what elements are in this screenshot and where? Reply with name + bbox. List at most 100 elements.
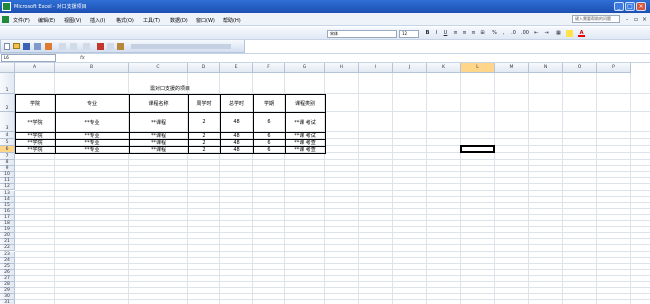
data-cell[interactable]: 2 (188, 132, 220, 139)
increase-decimal-button[interactable]: .0 (510, 30, 517, 37)
column-header-e[interactable]: E (220, 63, 253, 73)
data-cell[interactable]: **专业 (55, 132, 129, 139)
header-cell[interactable]: 总学时 (220, 94, 253, 112)
menu-file[interactable]: 文件(F) (13, 17, 30, 24)
mail-icon[interactable] (45, 43, 52, 50)
data-cell[interactable]: 48 (220, 139, 253, 146)
increase-indent-icon[interactable]: ⇥ (543, 30, 550, 37)
align-right-icon[interactable]: ≡ (470, 30, 477, 37)
data-cell[interactable]: **课程 (129, 112, 188, 132)
column-header-n[interactable]: N (529, 63, 563, 73)
data-cell[interactable]: **学院 (15, 139, 55, 146)
column-header-p[interactable]: P (597, 63, 631, 73)
row-header-31[interactable]: 31 (0, 300, 15, 304)
maximize-icon[interactable]: □ (625, 2, 635, 11)
bold-button[interactable]: B (424, 30, 431, 37)
row-header-3[interactable]: 3 (0, 112, 15, 132)
data-cell[interactable]: 6 (253, 146, 285, 153)
menu-tools[interactable]: 工具(T) (143, 17, 160, 24)
close-icon[interactable]: × (636, 2, 646, 11)
column-header-m[interactable]: M (495, 63, 529, 73)
header-cell[interactable]: 课程类别 (285, 94, 325, 112)
copy-icon[interactable] (107, 43, 114, 50)
data-cell[interactable]: 2 (188, 146, 220, 153)
data-cell[interactable]: 48 (220, 112, 253, 132)
align-left-icon[interactable]: ≡ (452, 30, 459, 37)
data-cell[interactable]: **课 考查 (285, 146, 325, 153)
menu-help[interactable]: 帮助(H) (223, 17, 241, 24)
data-cell[interactable]: 48 (220, 132, 253, 139)
data-cell[interactable]: **课程 (129, 132, 188, 139)
print-icon[interactable] (59, 43, 66, 50)
column-header-a[interactable]: A (15, 63, 55, 73)
underline-button[interactable]: U (442, 30, 449, 37)
worksheet-grid[interactable]: A B C D E F G H I J K L M N O P 1 2 3 4 5 6 7 8 9 10 11 12 13 14 15 16 1… (0, 63, 650, 304)
open-icon[interactable] (13, 43, 20, 49)
data-cell[interactable]: 2 (188, 112, 220, 132)
insert-function-icon[interactable]: fx (80, 55, 85, 61)
excel-app-icon[interactable] (2, 2, 11, 11)
data-cell[interactable]: **课 考查 (285, 139, 325, 146)
minimize-icon[interactable]: _ (614, 2, 624, 11)
print-preview-icon[interactable] (70, 43, 77, 50)
font-size-select[interactable]: 12 (399, 30, 419, 38)
doc-close-icon[interactable]: × (642, 16, 647, 23)
column-header-g[interactable]: G (285, 63, 325, 73)
header-cell[interactable]: 学期 (253, 94, 285, 112)
column-header-c[interactable]: C (129, 63, 188, 73)
decrease-indent-icon[interactable]: ⇤ (533, 30, 540, 37)
data-cell[interactable]: **学院 (15, 132, 55, 139)
column-header-k[interactable]: K (427, 63, 461, 73)
column-header-l[interactable]: L (461, 63, 495, 73)
percent-style-button[interactable]: % (491, 30, 498, 37)
borders-icon[interactable]: ▦ (555, 30, 562, 37)
data-cell[interactable]: **专业 (55, 139, 129, 146)
column-header-d[interactable]: D (188, 63, 220, 73)
permission-icon[interactable] (34, 43, 41, 50)
column-header-b[interactable]: B (55, 63, 129, 73)
data-cell[interactable]: **课程 (129, 146, 188, 153)
save-icon[interactable] (23, 43, 30, 50)
data-cell[interactable]: 48 (220, 146, 253, 153)
menu-insert[interactable]: 插入(I) (90, 17, 105, 24)
menu-edit[interactable]: 编辑(E) (38, 17, 55, 24)
header-cell[interactable]: 周学时 (188, 94, 220, 112)
row-header-1[interactable]: 1 (0, 73, 15, 94)
help-search-input[interactable]: 键入需要帮助的问题 (572, 15, 620, 23)
cut-icon[interactable] (97, 43, 104, 50)
row-header-7[interactable]: 7 (0, 153, 15, 160)
spelling-icon[interactable] (83, 43, 90, 50)
decrease-decimal-button[interactable]: .00 (521, 30, 529, 37)
doc-minimize-icon[interactable]: - (626, 16, 628, 23)
name-box[interactable]: L6 (1, 54, 56, 62)
header-cell[interactable]: 学院 (15, 94, 55, 112)
paste-icon[interactable] (117, 43, 124, 50)
comma-style-button[interactable]: , (500, 30, 507, 37)
header-cell[interactable]: 专业 (55, 94, 129, 112)
data-cell[interactable]: **专业 (55, 112, 129, 132)
menu-data[interactable]: 数据(D) (170, 17, 188, 24)
data-cell[interactable]: **课程 (129, 139, 188, 146)
row-header-2[interactable]: 2 (0, 94, 15, 112)
italic-button[interactable]: I (433, 30, 440, 37)
data-cell[interactable]: 6 (253, 139, 285, 146)
new-icon[interactable] (4, 43, 10, 50)
header-cell[interactable]: 课程名称 (129, 94, 188, 112)
data-cell[interactable]: **课 考试 (285, 112, 325, 132)
column-header-i[interactable]: I (359, 63, 393, 73)
column-header-f[interactable]: F (253, 63, 285, 73)
menu-window[interactable]: 窗口(W) (196, 17, 215, 24)
data-cell[interactable]: **学院 (15, 112, 55, 132)
align-center-icon[interactable]: ≡ (461, 30, 468, 37)
sheet-title-cell[interactable]: 需对口支援的项目 (15, 73, 325, 94)
merge-center-icon[interactable]: ⊞ (479, 30, 486, 37)
data-cell[interactable]: **专业 (55, 146, 129, 153)
column-header-o[interactable]: O (563, 63, 597, 73)
workbook-icon[interactable] (2, 16, 9, 23)
data-cell[interactable]: 2 (188, 139, 220, 146)
column-header-h[interactable]: H (325, 63, 359, 73)
fill-color-icon[interactable] (566, 30, 573, 37)
data-cell[interactable]: **课 考试 (285, 132, 325, 139)
row-header-4[interactable]: 4 (0, 132, 15, 139)
row-header-5[interactable]: 5 (0, 139, 15, 146)
